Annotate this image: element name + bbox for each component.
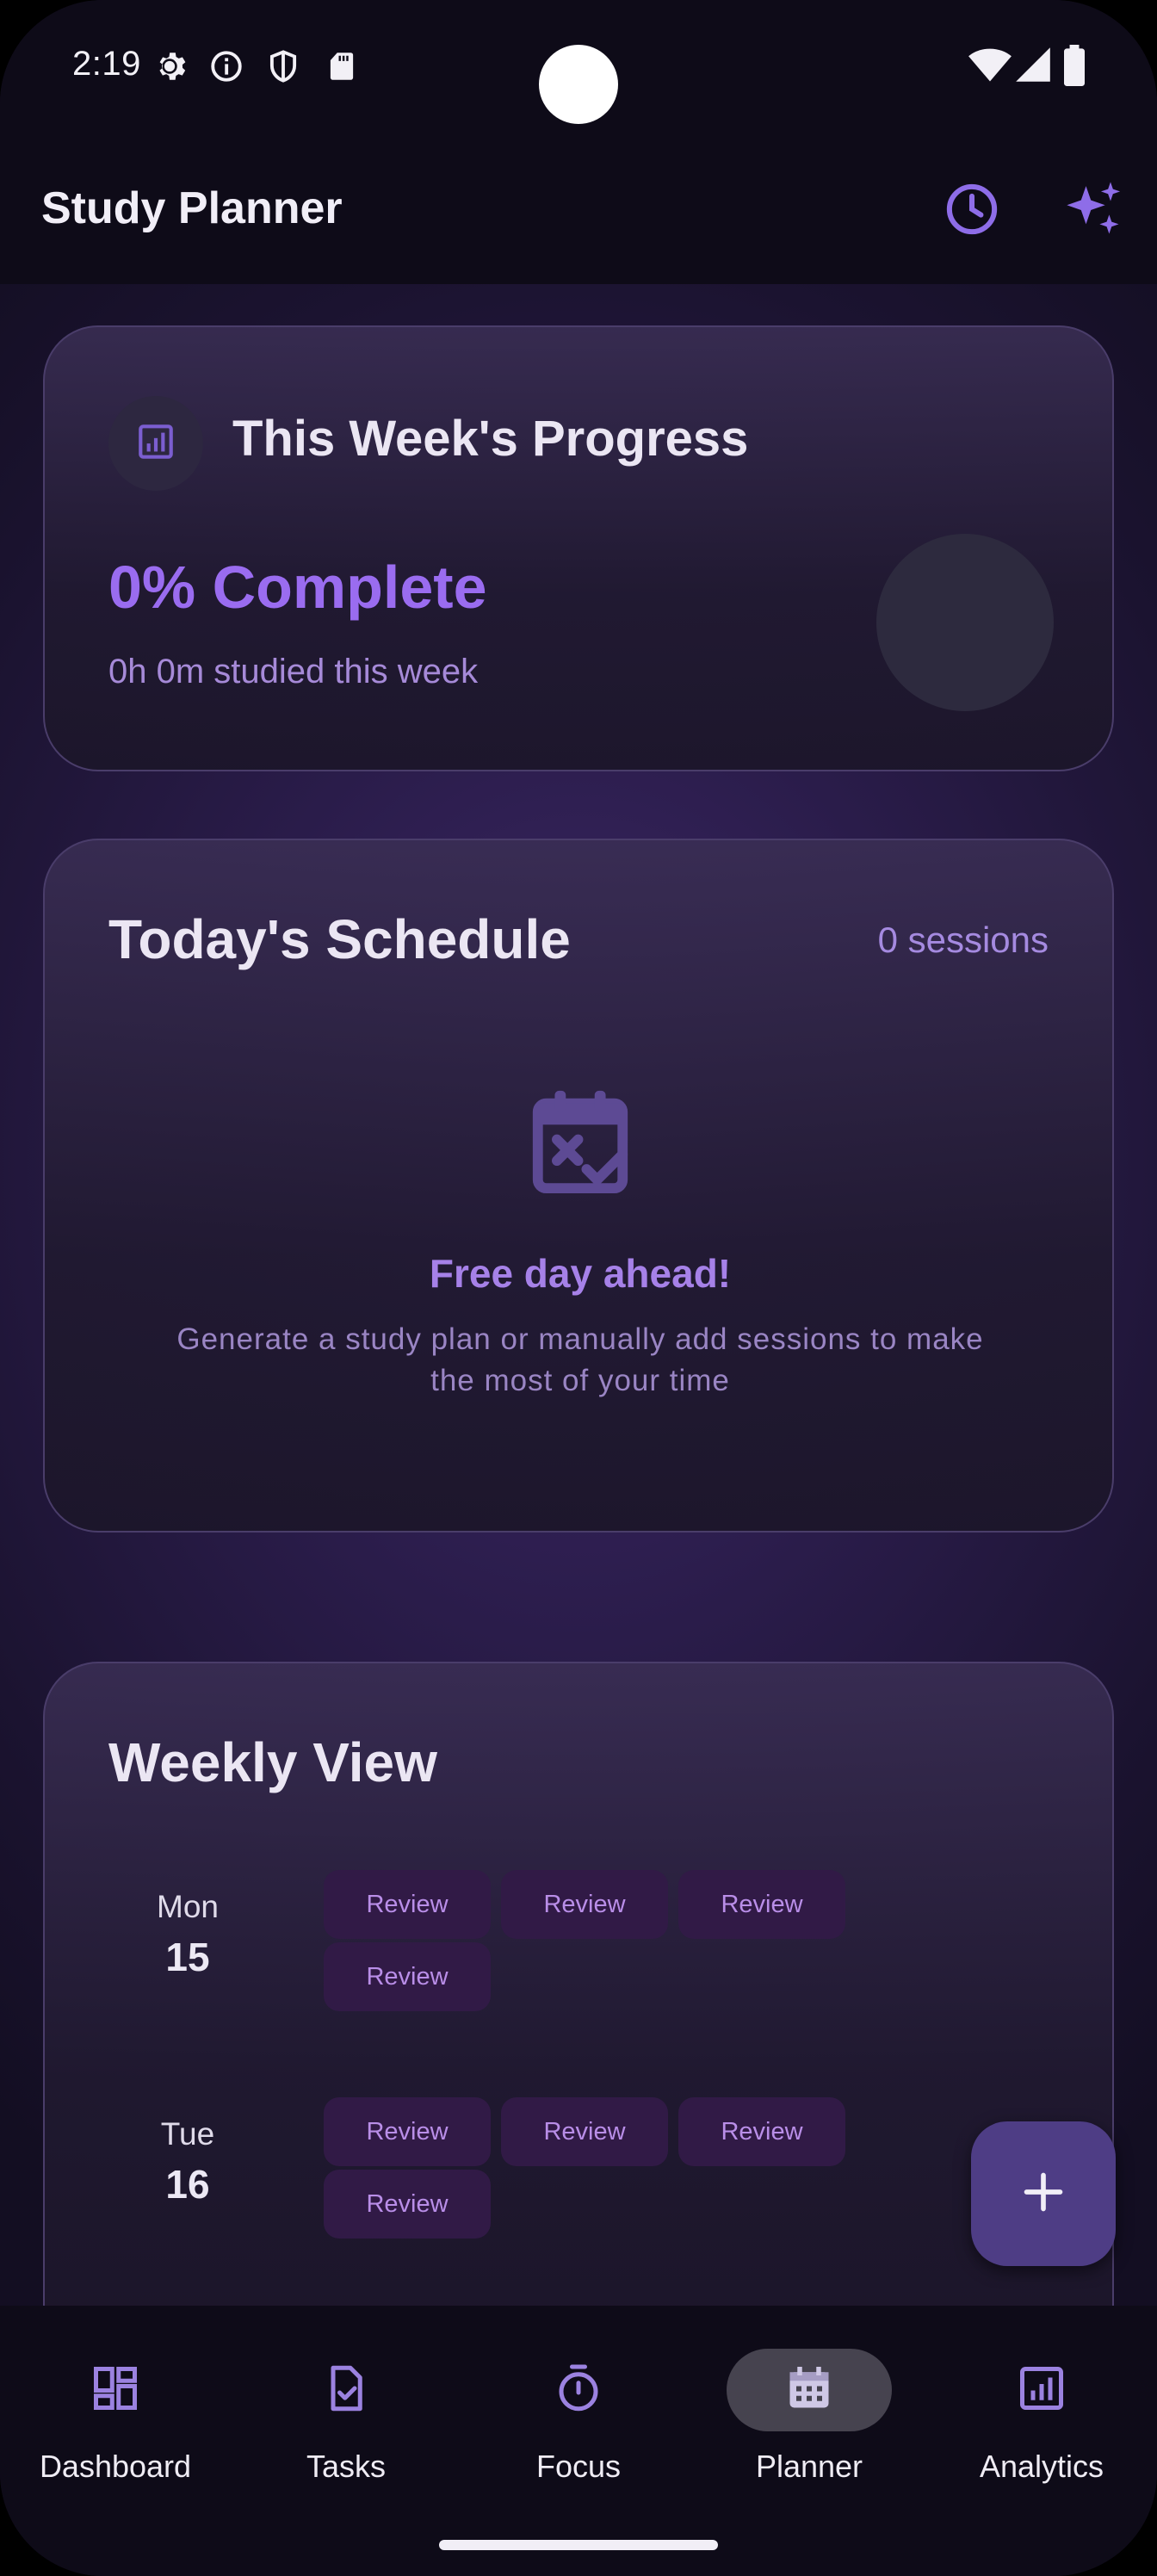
todays-schedule-card: Today's Schedule 0 sessions Free day ahe… — [43, 839, 1114, 1533]
empty-state-title: Free day ahead! — [429, 1251, 732, 1296]
day-date: 16 — [165, 2162, 210, 2207]
plus-icon — [1021, 2170, 1066, 2219]
day-label: Tue 16 — [119, 2116, 257, 2208]
nav-label: Focus — [535, 2449, 622, 2484]
session-chip[interactable]: Review — [324, 2097, 491, 2166]
app-bar: Study Planner — [0, 138, 1157, 284]
day-name: Mon — [157, 1889, 219, 1924]
session-chip[interactable]: Review — [501, 2097, 668, 2166]
session-chip[interactable]: Review — [678, 2097, 845, 2166]
session-chips: Review Review Review Review — [324, 2097, 875, 2239]
clock-icon — [944, 181, 1000, 242]
session-chip[interactable]: Review — [678, 1870, 845, 1939]
weekly-view-card: Weekly View Mon 15 Review Review Review … — [43, 1662, 1114, 2350]
day-date: 15 — [165, 1935, 210, 1979]
bottom-navigation: Dashboard Tasks Focus Planner Analytics — [0, 2306, 1157, 2576]
session-chip[interactable]: Review — [324, 1942, 491, 2011]
nav-label: Tasks — [306, 2449, 387, 2484]
schedule-title: Today's Schedule — [108, 908, 571, 970]
phone-screen: 2:19 Study Planner This Week's Progress … — [0, 0, 1157, 2576]
timer-icon — [553, 2362, 604, 2418]
nav-label: Dashboard — [39, 2449, 192, 2484]
gear-icon — [152, 48, 188, 89]
nav-item-analytics[interactable]: Analytics — [947, 2349, 1136, 2485]
status-time: 2:19 — [72, 45, 141, 83]
progress-card-title: This Week's Progress — [232, 411, 749, 467]
chart-icon — [134, 420, 177, 468]
day-name: Tue — [160, 2116, 215, 2152]
sparkles-icon — [1061, 176, 1127, 246]
session-chip[interactable]: Review — [324, 2170, 491, 2239]
battery-icon — [1062, 45, 1086, 90]
status-bar: 2:19 — [0, 0, 1157, 138]
empty-state-description: Generate a study plan or manually add se… — [176, 1322, 984, 1397]
add-session-button[interactable] — [971, 2121, 1116, 2266]
weekly-progress-card: This Week's Progress 0% Complete 0h 0m s… — [43, 325, 1114, 771]
history-button[interactable] — [933, 172, 1011, 250]
session-count: 0 sessions — [877, 920, 1049, 960]
nav-pill — [33, 2349, 198, 2431]
session-chip[interactable]: Review — [501, 1870, 668, 1939]
generate-plan-button[interactable] — [1055, 172, 1133, 250]
nav-label: Analytics — [979, 2449, 1104, 2484]
signal-icon — [1014, 45, 1052, 89]
wifi-icon — [968, 45, 1012, 89]
nav-pill — [496, 2349, 661, 2431]
page-title: Study Planner — [41, 183, 343, 233]
nav-item-planner[interactable]: Planner — [715, 2349, 904, 2485]
session-chips: Review Review Review Review — [324, 1870, 875, 2011]
analytics-icon — [1016, 2362, 1067, 2418]
dashboard-icon — [90, 2362, 141, 2418]
progress-ring — [876, 534, 1054, 711]
day-label: Mon 15 — [119, 1889, 257, 1980]
calendar-icon — [783, 2362, 835, 2418]
progress-percent: 0% Complete — [108, 554, 487, 621]
nav-item-dashboard[interactable]: Dashboard — [21, 2349, 210, 2485]
weekly-view-title: Weekly View — [108, 1731, 437, 1793]
nav-pill — [263, 2349, 429, 2431]
nav-pill — [959, 2349, 1124, 2431]
studied-time: 0h 0m studied this week — [108, 653, 479, 690]
nav-item-tasks[interactable]: Tasks — [251, 2349, 441, 2485]
nav-pill-active — [727, 2349, 892, 2431]
calendar-empty-icon — [529, 1087, 632, 1197]
home-indicator[interactable] — [439, 2540, 718, 2550]
task-check-icon — [320, 2362, 372, 2418]
camera-cutout — [539, 45, 618, 124]
sd-card-icon — [324, 48, 360, 89]
session-chip[interactable]: Review — [324, 1870, 491, 1939]
nav-item-focus[interactable]: Focus — [484, 2349, 673, 2485]
info-icon — [208, 48, 244, 89]
shield-icon — [265, 48, 301, 89]
progress-icon-badge — [108, 396, 203, 491]
nav-label: Planner — [755, 2449, 863, 2484]
